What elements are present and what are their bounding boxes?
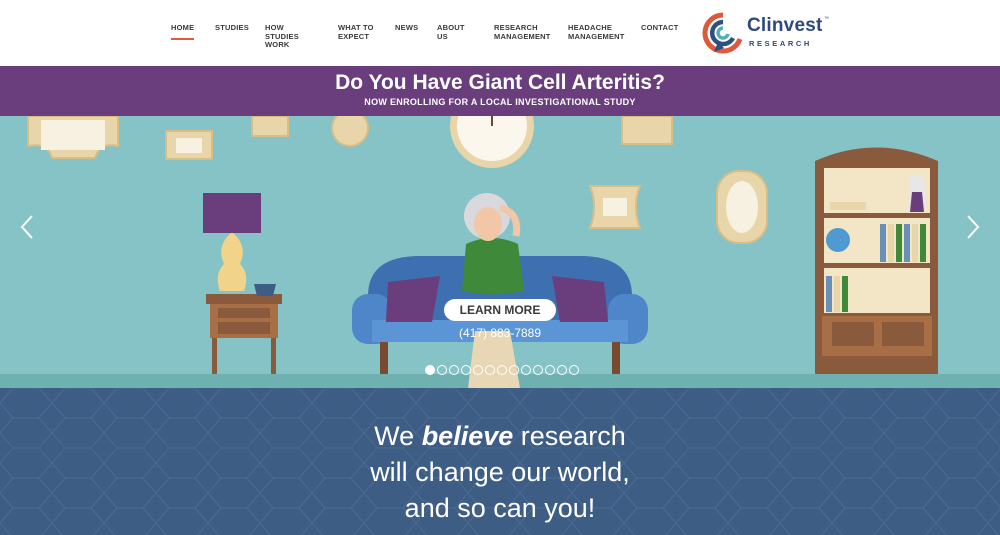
chevron-left-icon <box>20 215 33 239</box>
slider-dot-3[interactable] <box>449 365 459 375</box>
hero-slider: LEARN MORE (417) 883-7889 <box>0 116 1000 388</box>
clinvest-logo[interactable]: Clinvest ™ RESEARCH <box>702 12 832 54</box>
slider-dot-12[interactable] <box>557 365 567 375</box>
slider-next-button[interactable] <box>962 214 982 240</box>
nav-item-news[interactable]: NEWS <box>395 23 418 33</box>
study-banner: Do You Have Giant Cell Arteritis? NOW EN… <box>0 66 1000 116</box>
nav-item-headache-management[interactable]: HEADACHE MANAGEMENT <box>568 23 624 41</box>
nav-item-contact[interactable]: CONTACT <box>641 23 679 33</box>
logo-subtitle: RESEARCH <box>749 39 812 48</box>
belief-line-2: will change our world, <box>370 457 630 487</box>
slider-dot-5[interactable] <box>473 365 483 375</box>
nav-item-home[interactable]: HOME <box>171 23 195 40</box>
belief-line-3: and so can you! <box>404 493 596 523</box>
banner-subtitle: NOW ENROLLING FOR A LOCAL INVESTIGATIONA… <box>364 97 636 107</box>
slider-dot-11[interactable] <box>545 365 555 375</box>
slider-dot-10[interactable] <box>533 365 543 375</box>
slider-prev-button[interactable] <box>18 214 38 240</box>
living-room-illustration <box>0 116 1000 388</box>
slider-dot-6[interactable] <box>485 365 495 375</box>
slider-pagination <box>425 365 585 377</box>
site-header: HOME STUDIES HOW STUDIES WORK WHAT TO EX… <box>0 0 1000 66</box>
belief-statement: We believe research will change our worl… <box>0 418 1000 526</box>
nav-item-research-management[interactable]: RESEARCH MANAGEMENT <box>494 23 550 41</box>
slider-dot-4[interactable] <box>461 365 471 375</box>
nav-item-what-to-expect[interactable]: WHAT TO EXPECT <box>338 23 378 41</box>
nav-item-how-studies-work[interactable]: HOW STUDIES WORK <box>265 23 319 50</box>
slider-dot-1[interactable] <box>425 365 435 375</box>
nav-item-studies[interactable]: STUDIES <box>215 23 249 33</box>
phone-number-link[interactable]: (417) 883-7889 <box>430 326 570 340</box>
belief-section: We believe research will change our worl… <box>0 388 1000 535</box>
slider-dot-8[interactable] <box>509 365 519 375</box>
slider-dot-2[interactable] <box>437 365 447 375</box>
slider-dot-7[interactable] <box>497 365 507 375</box>
slider-dot-9[interactable] <box>521 365 531 375</box>
logo-wordmark: Clinvest <box>747 15 823 36</box>
chevron-right-icon <box>967 215 980 239</box>
belief-emphasis: believe <box>421 421 514 451</box>
learn-more-button[interactable]: LEARN MORE <box>444 299 556 321</box>
banner-title: Do You Have Giant Cell Arteritis? <box>335 71 665 94</box>
clinvest-logo-mark-icon <box>702 12 743 54</box>
slider-dot-13[interactable] <box>569 365 579 375</box>
nav-item-about-us[interactable]: ABOUT US <box>437 23 465 41</box>
logo-trademark: ™ <box>824 16 829 22</box>
belief-line-1: We believe research <box>374 421 626 451</box>
